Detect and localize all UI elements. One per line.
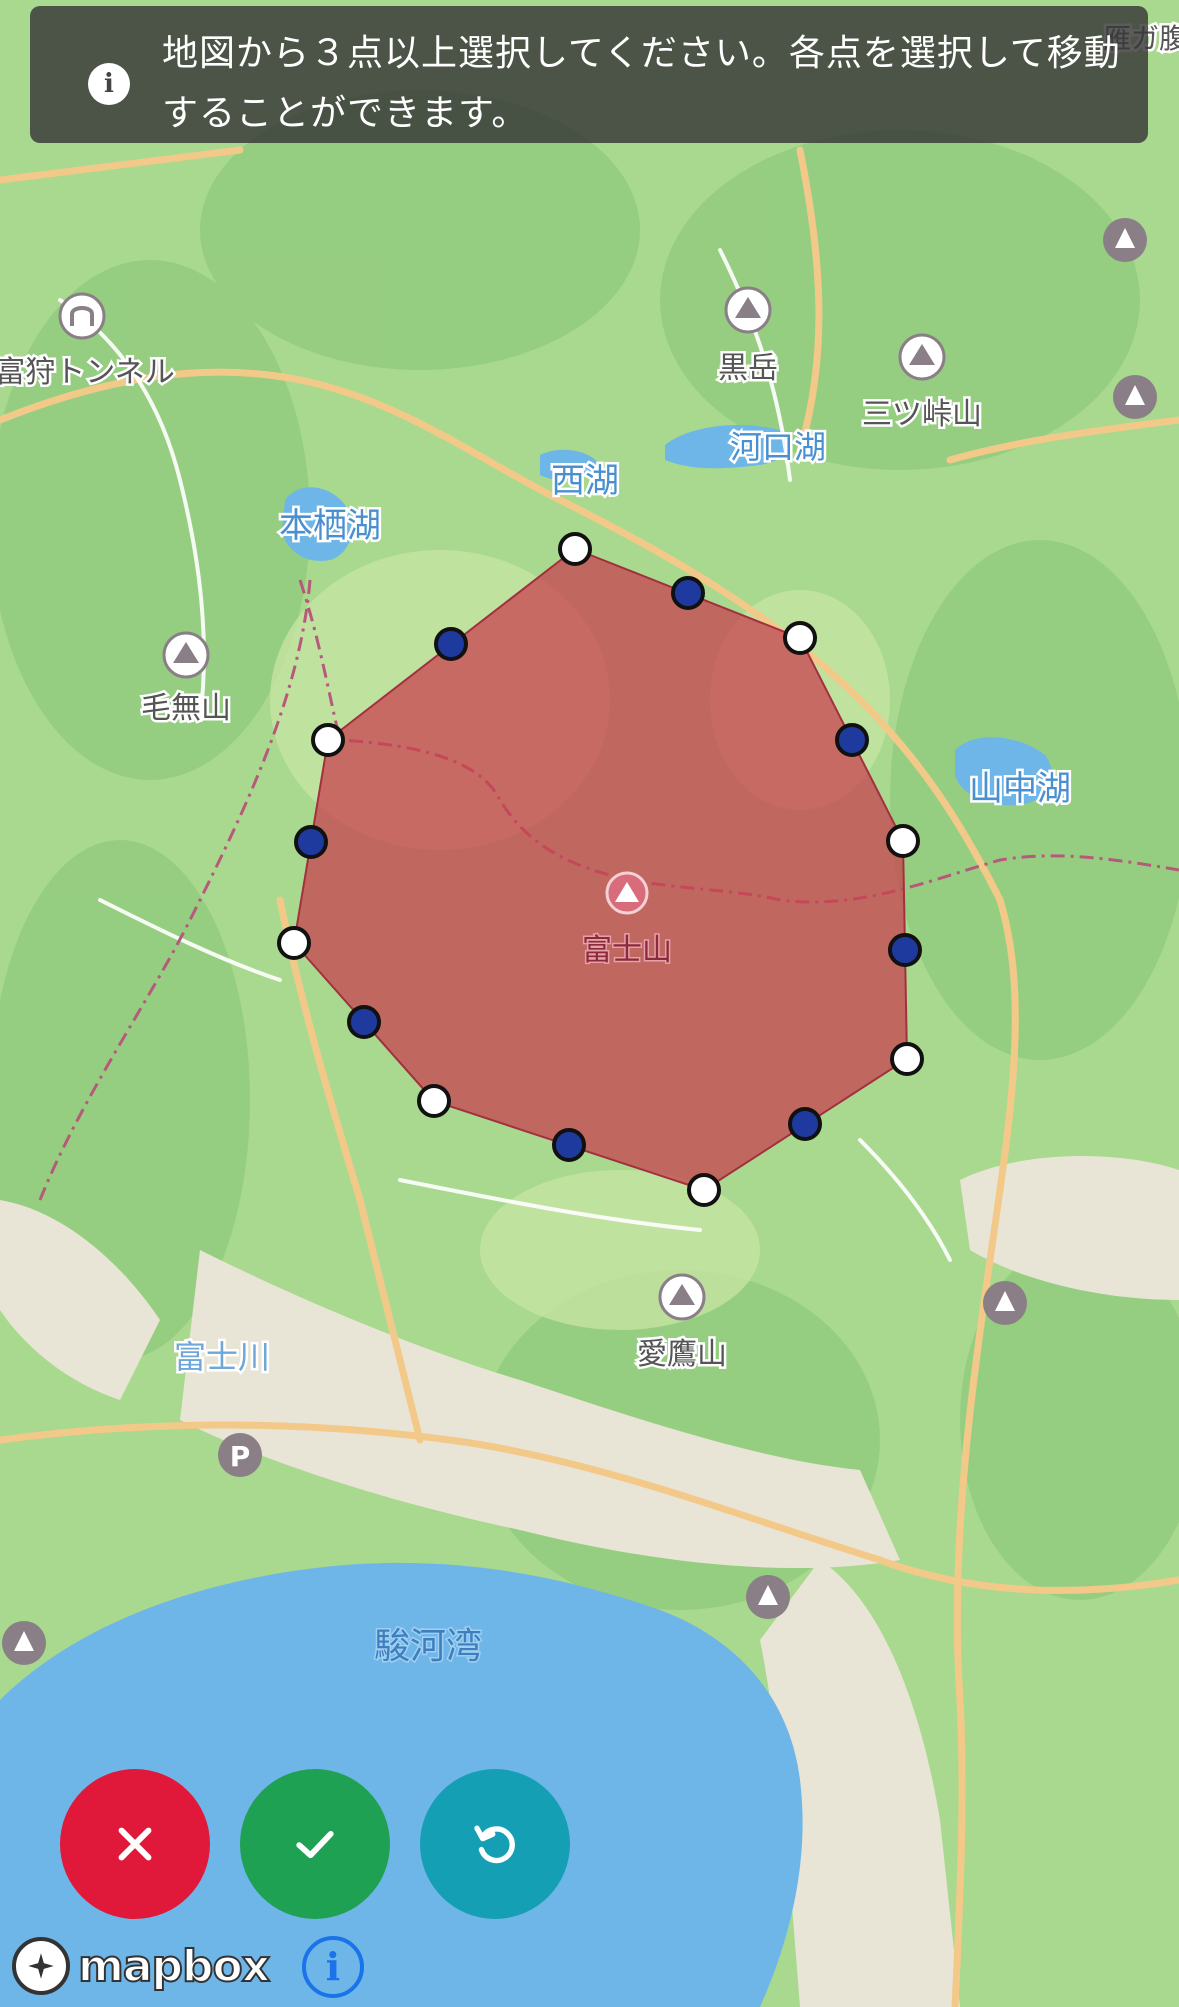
vertex-handle[interactable] bbox=[311, 723, 345, 757]
midpoint-handle[interactable] bbox=[788, 1107, 822, 1141]
label-mitsutoge: 三ツ峠山 bbox=[862, 397, 982, 432]
instruction-banner: i 地図から３点以上選択してください。各点を選択して移動することができます。 bbox=[30, 6, 1148, 143]
park-icon bbox=[1103, 218, 1147, 262]
park-icon bbox=[2, 1621, 46, 1665]
reset-button[interactable] bbox=[420, 1769, 570, 1919]
svg-text:P: P bbox=[230, 1440, 251, 1473]
vertex-handle[interactable] bbox=[886, 824, 920, 858]
vertex-handle[interactable] bbox=[687, 1173, 721, 1207]
midpoint-handle[interactable] bbox=[888, 933, 922, 967]
attribution-info-button[interactable]: i bbox=[302, 1936, 364, 1998]
vertex-handle[interactable] bbox=[890, 1042, 924, 1076]
midpoint-handle[interactable] bbox=[294, 825, 328, 859]
midpoint-handle[interactable] bbox=[434, 627, 468, 661]
confirm-button[interactable] bbox=[240, 1769, 390, 1919]
label-motosuko: 本栖湖 bbox=[279, 506, 381, 546]
fuji-summit-icon bbox=[605, 871, 649, 915]
mountain-icon bbox=[658, 1273, 706, 1321]
label-fuji: 富士山 bbox=[582, 933, 672, 968]
cancel-button[interactable] bbox=[60, 1769, 210, 1919]
label-kurodake: 黒岳 bbox=[718, 351, 778, 386]
park-icon bbox=[1113, 375, 1157, 419]
label-yamanakako: 山中湖 bbox=[969, 769, 1071, 809]
label-kawaguchiko: 河口湖 bbox=[730, 428, 826, 466]
midpoint-handle[interactable] bbox=[671, 576, 705, 610]
instruction-text: 地図から３点以上選択してください。各点を選択して移動することができます。 bbox=[162, 33, 1121, 134]
parking-icon: P bbox=[218, 1433, 262, 1477]
mountain-icon bbox=[898, 333, 946, 381]
mountain-icon bbox=[162, 631, 210, 679]
label-surugawan: 駿河湾 bbox=[374, 1626, 482, 1667]
mapbox-logo[interactable]: mapbox bbox=[12, 1934, 271, 1998]
mountain-icon bbox=[724, 286, 772, 334]
vertex-handle[interactable] bbox=[558, 532, 592, 566]
label-fujikawa: 富士川 bbox=[174, 1338, 270, 1376]
close-icon bbox=[118, 1827, 152, 1861]
midpoint-handle[interactable] bbox=[347, 1005, 381, 1039]
vertex-handle[interactable] bbox=[277, 926, 311, 960]
check-icon bbox=[296, 1830, 334, 1859]
label-tunnel: 富狩トンネル bbox=[0, 355, 175, 390]
vertex-handle[interactable] bbox=[417, 1084, 451, 1118]
park-icon bbox=[746, 1575, 790, 1619]
label-saiko: 西湖 bbox=[551, 461, 619, 501]
map-canvas[interactable]: P 雁ガ腹 黒岳 三ツ峠山 河口湖 西湖 本栖湖 富狩トンネル 毛無山 山中湖 … bbox=[0, 0, 1179, 2007]
label-ashitaka: 愛鷹山 bbox=[637, 1337, 727, 1372]
park-icon bbox=[983, 1281, 1027, 1325]
label-kenashi: 毛無山 bbox=[141, 691, 231, 726]
midpoint-handle[interactable] bbox=[835, 723, 869, 757]
undo-icon bbox=[474, 1825, 515, 1864]
mapbox-wordmark: mapbox bbox=[77, 1940, 271, 1993]
midpoint-handle[interactable] bbox=[552, 1128, 586, 1162]
tunnel-icon bbox=[58, 292, 106, 340]
mapbox-compass-icon bbox=[12, 1937, 70, 1995]
vertex-handle[interactable] bbox=[783, 621, 817, 655]
info-icon: i bbox=[88, 63, 130, 105]
